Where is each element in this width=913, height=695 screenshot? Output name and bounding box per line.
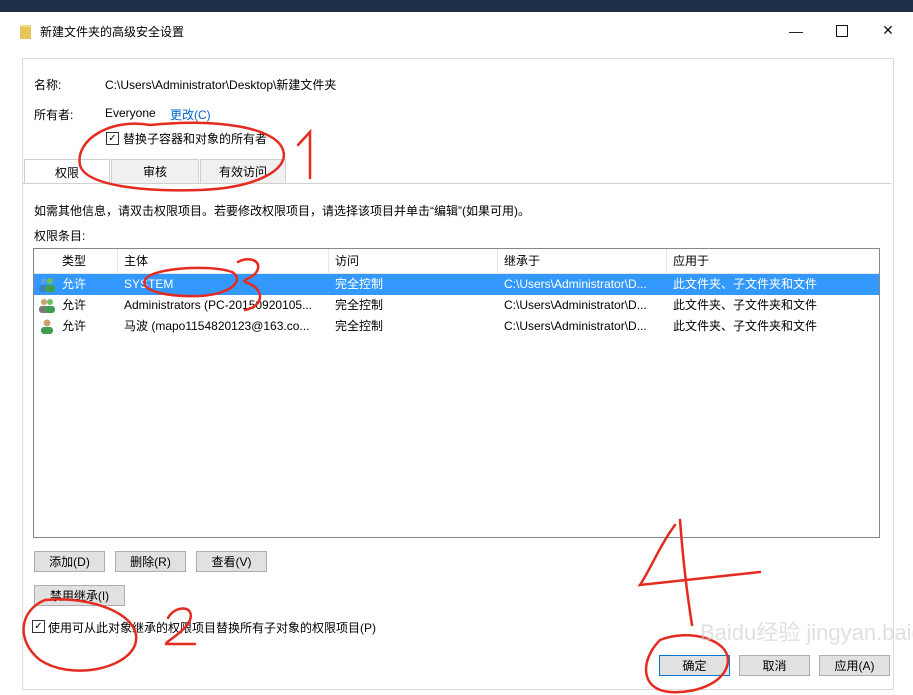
folder-icon [20, 25, 31, 39]
window-title: 新建文件夹的高级安全设置 [40, 25, 185, 39]
tab-effective-access[interactable]: 有效访问 [200, 159, 286, 183]
user-icon [41, 319, 53, 334]
tab-permissions-label: 权限 [54, 165, 79, 180]
permission-entries-label: 权限条目: [34, 229, 86, 243]
apply-button[interactable]: 应用(A) [819, 655, 890, 676]
column-applies-to[interactable]: 应用于 [667, 249, 879, 273]
disable-inheritance-button[interactable]: 禁用继承(I) [34, 585, 125, 606]
cell-inherited-from: C:\Users\Administrator\D... [504, 277, 647, 291]
column-access[interactable]: 访问 [329, 249, 498, 273]
remove-button[interactable]: 删除(R) [115, 551, 186, 572]
owner-label: 所有者: [34, 108, 74, 122]
users-group-icon [39, 299, 55, 313]
minimize-icon: — [789, 22, 803, 39]
name-label: 名称: [34, 78, 62, 92]
grid-header: 类型 主体 访问 继承于 应用于 [34, 249, 879, 274]
instructions-text: 如需其他信息，请双击权限项目。若要修改权限项目，请选择该项目并单击“编辑”(如果… [34, 204, 530, 218]
title-bar: 新建文件夹的高级安全设置 — ✕ [0, 12, 913, 49]
cell-type: 允许 [62, 298, 87, 312]
tab-divider [23, 183, 891, 184]
cell-type: 允许 [62, 319, 87, 333]
cell-access: 完全控制 [335, 298, 384, 312]
column-principal[interactable]: 主体 [118, 249, 329, 273]
table-row[interactable]: 允许 Administrators (PC-20150920105... 完全控… [34, 295, 879, 316]
tab-auditing-label: 审核 [142, 165, 167, 179]
name-value: C:\Users\Administrator\Desktop\新建文件夹 [105, 78, 337, 92]
view-button[interactable]: 查看(V) [196, 551, 267, 572]
cell-applies-to: 此文件夹、子文件夹和文件 [673, 277, 818, 291]
table-row[interactable]: 允许 SYSTEM 完全控制 C:\Users\Administrator\D.… [34, 274, 879, 295]
cell-applies-to: 此文件夹、子文件夹和文件 [673, 298, 818, 312]
tab-effective-access-label: 有效访问 [218, 165, 267, 179]
owner-value: Everyone [105, 106, 156, 120]
close-icon: ✕ [882, 22, 894, 38]
column-inherited-from[interactable]: 继承于 [498, 249, 667, 273]
table-row[interactable]: 允许 马波 (mapo1154820123@163.co... 完全控制 C:\… [34, 316, 879, 337]
cell-principal: 马波 (mapo1154820123@163.co... [124, 319, 310, 333]
cell-type: 允许 [62, 277, 87, 291]
cell-access: 完全控制 [335, 319, 384, 333]
maximize-button[interactable] [819, 12, 865, 49]
maximize-icon [836, 24, 848, 37]
ok-button[interactable]: 确定 [659, 655, 730, 676]
users-group-icon [39, 278, 55, 292]
cell-applies-to: 此文件夹、子文件夹和文件 [673, 319, 818, 333]
replace-child-permissions-label: 使用可从此对象继承的权限项目替换所有子对象的权限项目(P) [48, 621, 376, 635]
desktop-top-strip [0, 0, 913, 12]
replace-owner-checkbox[interactable]: ✓ [106, 132, 119, 145]
close-button[interactable]: ✕ [865, 12, 911, 49]
change-owner-link[interactable]: 更改(C) [170, 106, 211, 123]
tab-auditing[interactable]: 审核 [111, 159, 199, 183]
cell-inherited-from: C:\Users\Administrator\D... [504, 298, 647, 312]
add-button[interactable]: 添加(D) [34, 551, 105, 572]
advanced-security-settings-window: 新建文件夹的高级安全设置 — ✕ 名称: C:\Users\Administra… [0, 0, 913, 695]
cancel-button[interactable]: 取消 [739, 655, 810, 676]
tab-permissions[interactable]: 权限 [24, 159, 110, 184]
permission-entries-grid[interactable]: 类型 主体 访问 继承于 应用于 允许 SYSTEM 完全控制 C:\Users… [33, 248, 880, 538]
cell-principal: SYSTEM [124, 277, 174, 291]
cell-access: 完全控制 [335, 277, 384, 291]
cell-inherited-from: C:\Users\Administrator\D... [504, 319, 647, 333]
column-type[interactable]: 类型 [56, 249, 118, 273]
replace-owner-label: 替换子容器和对象的所有者 [123, 132, 268, 146]
minimize-button[interactable]: — [773, 12, 819, 49]
cell-principal: Administrators (PC-20150920105... [124, 298, 313, 312]
replace-child-permissions-checkbox[interactable]: ✓ [32, 620, 45, 633]
